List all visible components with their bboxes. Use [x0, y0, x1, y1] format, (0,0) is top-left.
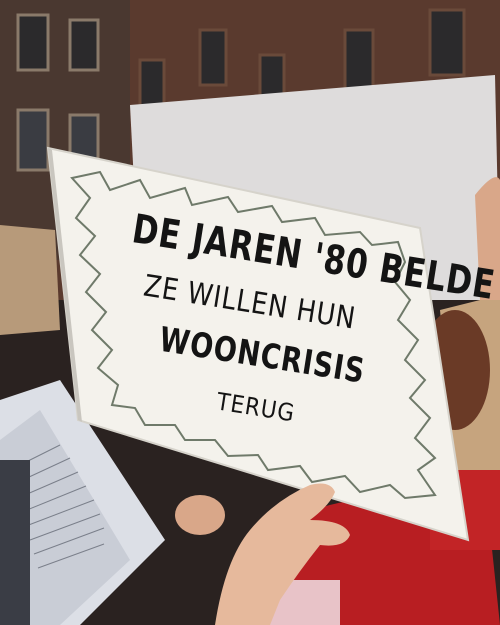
photo-background [0, 0, 500, 625]
protest-photo: DE JAREN '80 BELDE ZE WILLEN HUN WOONCRI… [0, 0, 500, 625]
second-hand [175, 495, 225, 535]
cardboard-box [0, 225, 60, 335]
pamphlet-edge [0, 460, 30, 625]
